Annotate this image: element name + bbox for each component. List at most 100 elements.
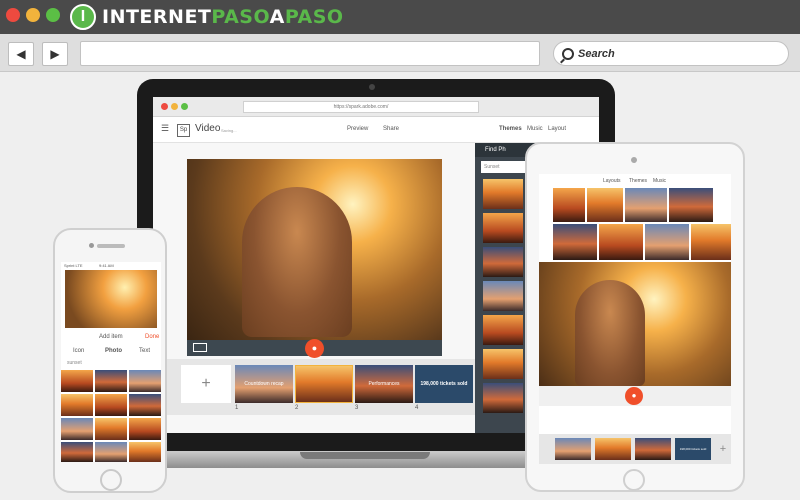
tablet-mic-icon: ● bbox=[625, 387, 643, 405]
share-button: Share bbox=[383, 126, 400, 132]
phone-photo bbox=[129, 442, 161, 462]
slide-thumb: Performances bbox=[355, 365, 413, 403]
phone-device: Sprint LTE 9:41 AM Add item Done Icon Ph… bbox=[53, 228, 167, 493]
phone-screen: Sprint LTE 9:41 AM Add item Done Icon Ph… bbox=[61, 262, 161, 462]
search-label: Search bbox=[578, 47, 615, 60]
tablet-device: Layouts Themes Music ● 198,000 tickets s… bbox=[525, 142, 745, 492]
tablet-camera-icon bbox=[631, 157, 637, 163]
video-canvas bbox=[187, 159, 442, 340]
tablet-photo bbox=[691, 224, 731, 260]
window-titlebar: I INTERNETPASOAPASO bbox=[0, 0, 800, 34]
phone-done-button: Done bbox=[145, 334, 160, 340]
tablet-tab-layouts: Layouts bbox=[603, 178, 621, 184]
tablet-slide: 198,000 tickets sold bbox=[675, 438, 711, 460]
laptop-menu-icon: ☰ bbox=[161, 123, 170, 133]
slide-number: 2 bbox=[295, 405, 299, 411]
laptop-browser-chrome: https://spark.adobe.com/ bbox=[153, 97, 599, 117]
phone-photo bbox=[61, 418, 93, 440]
phone-tab-photo: Photo bbox=[105, 348, 122, 354]
tab-layout: Layout bbox=[548, 126, 567, 132]
phone-search: sunset bbox=[67, 360, 82, 366]
tablet-photo bbox=[587, 188, 623, 222]
tablet-woman-silhouette bbox=[575, 280, 645, 386]
laptop-url-bar: https://spark.adobe.com/ bbox=[243, 101, 479, 113]
phone-carrier: Sprint LTE bbox=[64, 263, 83, 268]
phone-speaker bbox=[97, 244, 125, 248]
back-button[interactable]: ◀ bbox=[8, 42, 34, 66]
phone-photo bbox=[95, 394, 127, 416]
search-box[interactable]: Search bbox=[553, 41, 789, 66]
phone-photo bbox=[129, 418, 161, 440]
logo-mark-icon: I bbox=[70, 4, 96, 30]
photo-thumb bbox=[483, 349, 523, 379]
laptop-app-header: ☰ Sp Video Saving... Preview Share Theme… bbox=[153, 117, 599, 143]
tablet-photo bbox=[669, 188, 713, 222]
phone-photo bbox=[61, 370, 93, 392]
phone-photo bbox=[95, 442, 127, 462]
layout-icon bbox=[193, 343, 207, 352]
phone-tab-icon: Icon bbox=[73, 348, 85, 354]
phone-photo bbox=[61, 394, 93, 416]
laptop-max-dot bbox=[181, 103, 188, 110]
tablet-add-slide-button: + bbox=[719, 443, 727, 455]
site-logo[interactable]: I INTERNETPASOAPASO bbox=[70, 4, 344, 30]
tablet-slide bbox=[635, 438, 671, 460]
record-mic-icon: ● bbox=[305, 339, 324, 358]
tablet-photo bbox=[553, 224, 597, 260]
app-title: Video bbox=[195, 123, 221, 134]
slide-thumb: Countdown recap bbox=[235, 365, 293, 403]
tab-music: Music bbox=[527, 126, 543, 132]
slide-number: 1 bbox=[235, 405, 239, 411]
laptop-min-dot bbox=[171, 103, 178, 110]
phone-photo bbox=[129, 370, 161, 392]
tablet-canvas bbox=[539, 262, 731, 386]
phone-tab-text: Text bbox=[139, 348, 151, 354]
tablet-photo bbox=[553, 188, 585, 222]
maximize-window-button[interactable] bbox=[46, 8, 60, 22]
photo-thumb bbox=[483, 247, 523, 277]
phone-photo bbox=[61, 442, 93, 462]
add-slide-button: + bbox=[181, 365, 231, 403]
phone-camera-icon bbox=[89, 243, 94, 248]
forward-arrow-icon: ▶ bbox=[50, 47, 60, 61]
tablet-screen: Layouts Themes Music ● 198,000 tickets s… bbox=[539, 174, 731, 464]
spark-logo: Sp bbox=[177, 124, 190, 137]
address-bar[interactable] bbox=[80, 41, 540, 66]
tab-themes: Themes bbox=[499, 126, 522, 132]
slide-number: 3 bbox=[355, 405, 359, 411]
tablet-slide bbox=[595, 438, 631, 460]
back-arrow-icon: ◀ bbox=[16, 47, 26, 61]
photo-thumb bbox=[483, 383, 523, 413]
phone-photo bbox=[95, 418, 127, 440]
minimize-window-button[interactable] bbox=[26, 8, 40, 22]
phone-time: 9:41 AM bbox=[99, 263, 114, 268]
navigation-bar: ◀ ▶ Search bbox=[0, 34, 800, 72]
logo-text: INTERNETPASOAPASO bbox=[102, 6, 344, 28]
close-window-button[interactable] bbox=[6, 8, 20, 22]
woman-silhouette bbox=[242, 187, 352, 337]
tablet-photo bbox=[625, 188, 667, 222]
phone-photo bbox=[95, 370, 127, 392]
photo-thumb bbox=[483, 213, 523, 243]
tablet-home-button bbox=[623, 469, 645, 491]
laptop-close-dot bbox=[161, 103, 168, 110]
photo-thumb bbox=[483, 315, 523, 345]
tablet-tab-themes: Themes bbox=[629, 178, 648, 184]
slide-thumb bbox=[295, 365, 353, 403]
laptop-notch bbox=[300, 452, 430, 459]
phone-home-button bbox=[100, 469, 122, 491]
search-icon bbox=[562, 47, 574, 60]
laptop-camera-icon bbox=[369, 84, 375, 90]
photo-thumb bbox=[483, 281, 523, 311]
slide-number: 4 bbox=[415, 405, 419, 411]
tablet-photo bbox=[599, 224, 643, 260]
slide-thumb: 198,000 tickets sold bbox=[415, 365, 473, 403]
phone-header: Add item bbox=[99, 334, 123, 340]
photo-thumb bbox=[483, 179, 523, 209]
tablet-photo bbox=[645, 224, 689, 260]
preview-button: Preview bbox=[347, 126, 369, 132]
tablet-slide bbox=[555, 438, 591, 460]
phone-photo bbox=[129, 394, 161, 416]
save-status: Saving... bbox=[221, 128, 237, 133]
forward-button[interactable]: ▶ bbox=[42, 42, 68, 66]
